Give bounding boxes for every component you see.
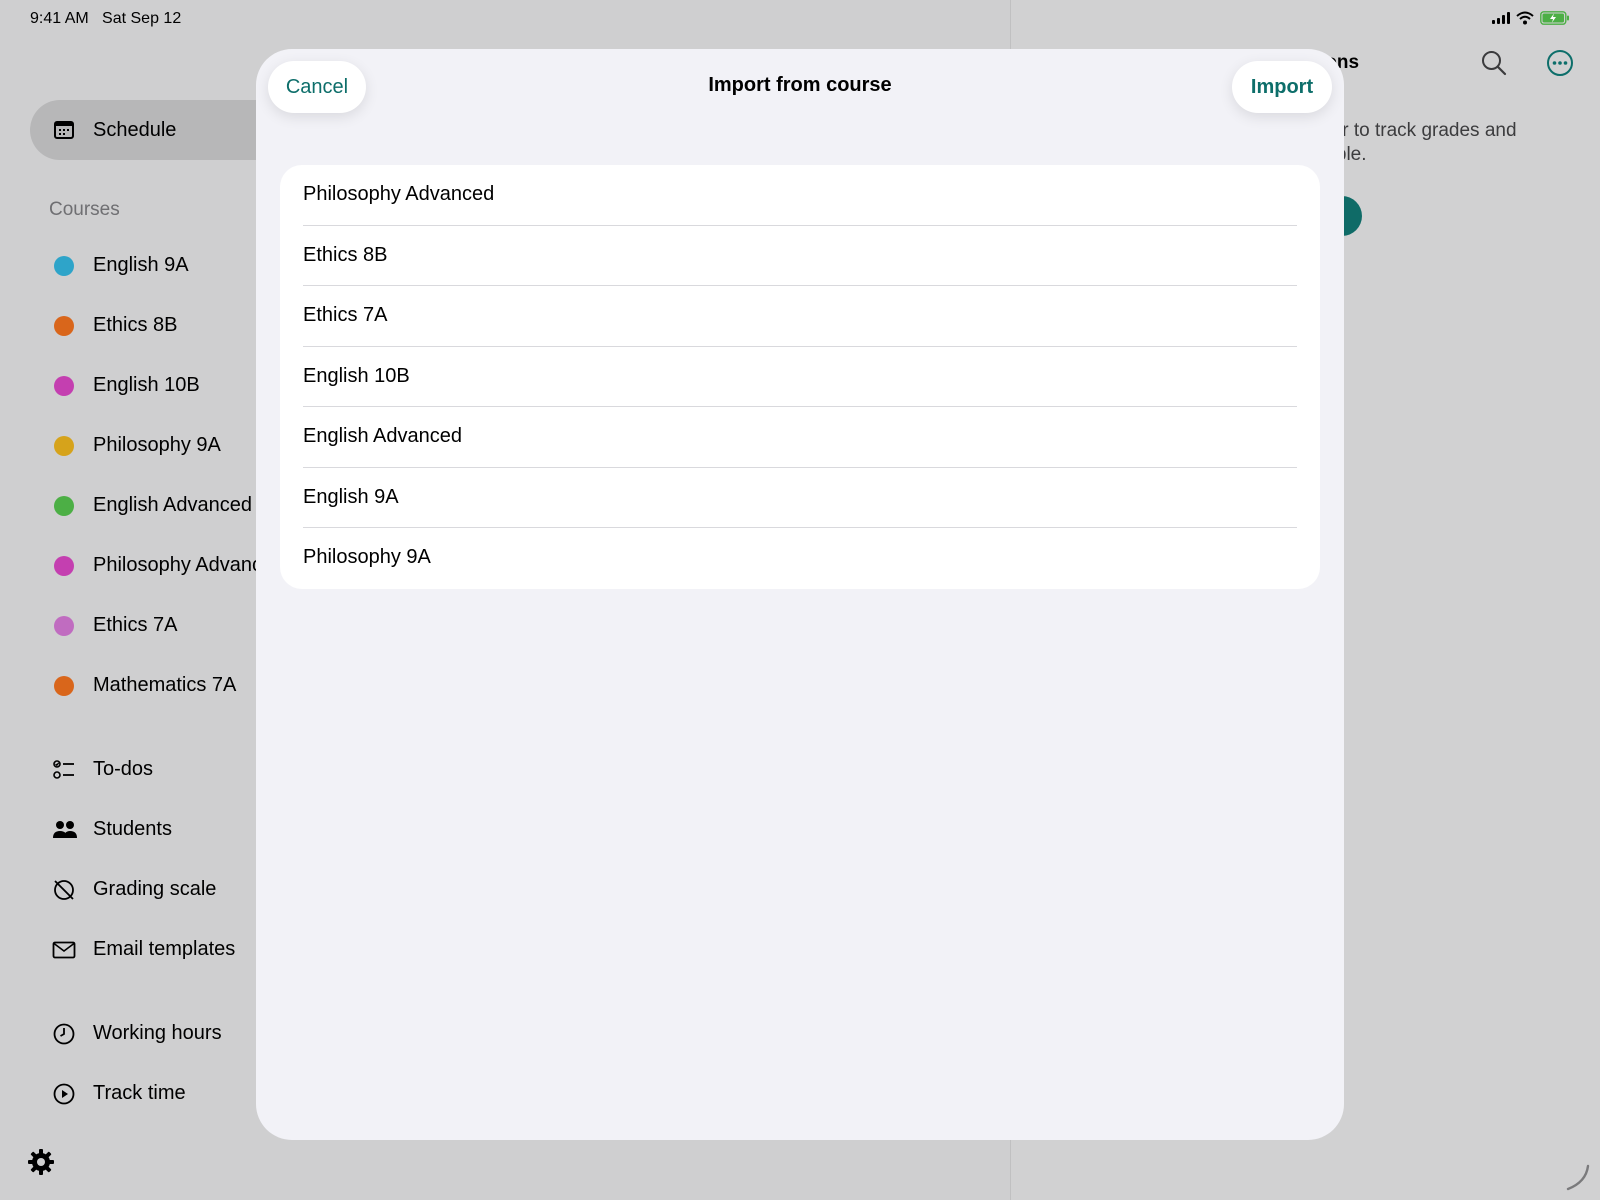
course-label: Philosophy Advanc (93, 554, 263, 576)
battery-charging-icon (1540, 11, 1569, 25)
course-color-dot (54, 556, 74, 576)
course-label: Ethics 7A (93, 614, 178, 636)
course-color-dot (54, 676, 74, 696)
resize-handle-icon (1566, 1164, 1590, 1191)
wifi-icon (1516, 11, 1534, 25)
course-list-item-label: English 10B (303, 364, 410, 387)
envelope-icon (52, 941, 76, 959)
course-list-item-label: Philosophy 9A (303, 546, 431, 568)
sidebar-item-label: Schedule (93, 119, 177, 141)
course-list-item-label: Ethics 7A (303, 304, 388, 326)
course-color-dot (54, 376, 74, 396)
grading-scale-icon (54, 880, 74, 900)
course-list-item[interactable]: English Advanced (280, 407, 1320, 468)
course-list: Philosophy Advanced Ethics 8B Ethics 7A … (280, 165, 1320, 589)
status-time: 9:41 AM Sat Sep 12 (30, 10, 181, 28)
course-list-item-label: Ethics 8B (303, 243, 388, 266)
course-list-item-label: Philosophy Advanced (303, 183, 495, 205)
courses-section-title: Courses (49, 199, 120, 220)
checklist-icon (53, 760, 74, 779)
calendar-icon (54, 121, 74, 139)
sidebar-item-label: To-dos (93, 758, 154, 780)
course-list-item[interactable]: Philosophy 9A (280, 528, 1320, 589)
search-icon[interactable] (1481, 50, 1507, 76)
settings-gear-icon[interactable] (27, 1148, 55, 1176)
course-label: English Advanced (93, 494, 253, 516)
status-date: Sat Sep 12 (102, 10, 182, 27)
course-label: English 10B (93, 374, 200, 396)
sidebar-item-label: Grading scale (93, 878, 217, 900)
course-label: Ethics 8B (93, 314, 178, 336)
sidebar-item-label: Working hours (93, 1022, 222, 1044)
course-list-item-label: English 9A (303, 485, 399, 508)
more-options-icon[interactable] (1546, 49, 1574, 77)
people-icon (53, 821, 77, 838)
status-icons (1492, 11, 1570, 25)
status-clock: 9:41 AM (30, 10, 89, 27)
course-color-dot (54, 496, 74, 516)
course-list-item[interactable]: Philosophy Advanced (280, 165, 1320, 226)
modal-title: Import from course (708, 74, 892, 96)
sidebar-item-label: Students (93, 818, 172, 840)
course-list-item-label: English Advanced (303, 425, 463, 447)
sidebar-item-label: Track time (93, 1082, 186, 1104)
course-color-dot (54, 256, 74, 276)
course-color-dot (54, 436, 74, 456)
status-bar: 9:41 AM Sat Sep 12 (0, 0, 1600, 38)
cellular-signal-icon (1492, 12, 1510, 24)
clock-icon (53, 1023, 75, 1045)
course-list-item[interactable]: English 10B (280, 347, 1320, 407)
play-circle-icon (53, 1083, 75, 1105)
import-button[interactable]: Import (1232, 61, 1332, 113)
course-color-dot (54, 316, 74, 336)
import-from-course-sheet: Cancel Import from course Import Philoso… (256, 49, 1344, 1140)
course-list-item[interactable]: Ethics 7A (280, 286, 1320, 347)
course-list-item[interactable]: English 9A (280, 468, 1320, 528)
course-color-dot (54, 616, 74, 636)
course-label: Mathematics 7A (93, 674, 237, 696)
course-list-item[interactable]: Ethics 8B (280, 226, 1320, 286)
course-label: English 9A (93, 254, 189, 276)
course-label: Philosophy 9A (93, 434, 221, 456)
sidebar-item-label: Email templates (93, 938, 236, 960)
sidebar-item-schedule[interactable]: Schedule (30, 100, 290, 160)
